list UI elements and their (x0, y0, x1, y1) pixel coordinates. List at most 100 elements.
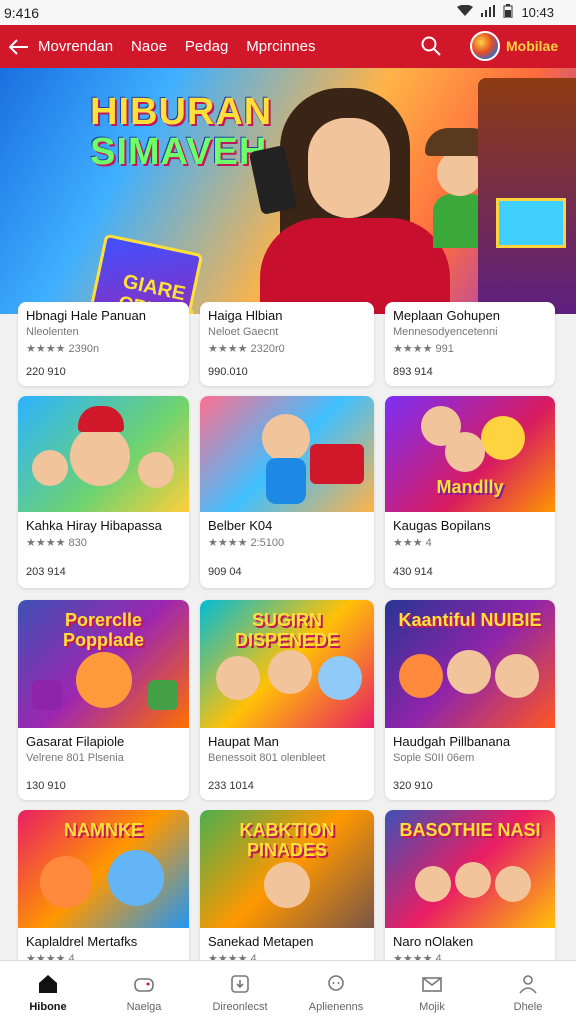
game-price: 430 914 (393, 566, 433, 578)
game-title: Kaplaldrel Mertafks (26, 934, 138, 949)
featured-card[interactable]: Hbnagi Hale Panuan Nleolenten ★★★★ 2390n… (18, 302, 189, 386)
hero-banner[interactable]: HIBURAN SIMAVEH GIARE CRVICH (0, 68, 576, 314)
bottom-navigation: Hibone Naelga Direonlecst Aplienenns Moj… (0, 960, 576, 1024)
game-title: Haudgah Pillbanana (393, 734, 511, 749)
nav-item-mail[interactable]: Mojik (384, 961, 480, 1024)
tab-mprcinnes[interactable]: Mprcinnes (246, 38, 315, 55)
thumbnail-label: KABKTION PINADES (239, 820, 335, 860)
game-title: Gasarat Filapiole (26, 734, 125, 749)
status-battery-time: 10:43 (521, 5, 554, 20)
nav-item-downloads[interactable]: Direonlecst (192, 961, 288, 1024)
back-button[interactable] (0, 25, 38, 68)
game-price: 909 04 (208, 566, 242, 578)
featured-subtitle: Nleolenten (26, 326, 79, 338)
profile-label: Mobilae (506, 38, 559, 54)
home-icon (39, 974, 57, 993)
game-subtitle: Sople S0II 06em (393, 752, 475, 764)
game-thumbnail: Porerclle Popplade (18, 600, 189, 728)
featured-subtitle: Neloet Gaecnt (208, 326, 279, 338)
wifi-icon (457, 4, 474, 20)
game-subtitle: Velrene 801 Plsenia (26, 752, 124, 764)
featured-rating: ★★★★ 2390n (26, 343, 100, 355)
game-card[interactable]: Mandlly Kaugas Bopilans ★★★ 4 430 914 (385, 396, 555, 588)
nav-item-games[interactable]: Naelga (96, 961, 192, 1024)
battery-icon (503, 4, 513, 21)
game-thumbnail: Mandlly (385, 396, 555, 512)
game-card[interactable]: KABKTION PINADES Sanekad Metapen ★★★★ 4 (200, 810, 374, 970)
game-card[interactable]: Kahka Hiray Hibapassa ★★★★ 830 203 914 (18, 396, 189, 588)
game-title: Sanekad Metapen (208, 934, 314, 949)
game-price: 130 910 (26, 780, 66, 792)
status-icons: 10:43 (457, 4, 554, 21)
game-rating: ★★★ 4 (393, 537, 432, 549)
featured-title: Hbnagi Hale Panuan (26, 308, 146, 323)
game-subtitle: Benessoit 801 olenbleet (208, 752, 326, 764)
gamepad-icon (134, 977, 154, 992)
thumbnail-label: NAMNKE (64, 820, 143, 840)
app-screen: 9:416 10:43 Movrendan Naoe Pedag Mprcinn… (0, 0, 576, 1024)
status-bar: 9:416 10:43 (0, 0, 576, 25)
game-card[interactable]: Belber K04 ★★★★ 2:5100 909 04 (200, 396, 374, 588)
game-price: 320 910 (393, 780, 433, 792)
top-bar: Movrendan Naoe Pedag Mprcinnes Mobilae (0, 25, 576, 68)
back-arrow-icon (9, 38, 28, 55)
featured-rating: ★★★★ 2320r0 (208, 343, 285, 355)
nav-item-profile[interactable]: Dhele (480, 961, 576, 1024)
game-rating: ★★★★ 2:5100 (208, 537, 285, 549)
search-icon[interactable] (420, 35, 442, 57)
featured-title: Haiga Hlbian (208, 308, 283, 323)
tab-naoe[interactable]: Naoe (131, 38, 167, 55)
game-title: Naro nOlaken (393, 934, 474, 949)
nav-label: Hibone (29, 1000, 67, 1013)
game-title: Kaugas Bopilans (393, 518, 491, 533)
nav-label: Naelga (126, 1000, 162, 1013)
nav-item-home[interactable]: Hibone (0, 961, 96, 1024)
game-thumbnail: BASOTHIE NASI (385, 810, 555, 928)
thumbnail-label: Mandlly (436, 477, 504, 497)
nav-label: Dhele (513, 1000, 543, 1013)
nav-label: Direonlecst (212, 1000, 268, 1013)
game-thumbnail: KABKTION PINADES (200, 810, 374, 928)
game-card[interactable]: BASOTHIE NASI Naro nOlaken ★★★★ 4 (385, 810, 555, 970)
game-title: Haupat Man (208, 734, 279, 749)
tab-pedag[interactable]: Pedag (185, 38, 228, 55)
nav-label: Aplienenns (308, 1000, 364, 1013)
thumbnail-label: BASOTHIE NASI (399, 820, 541, 840)
featured-title: Meplaan Gohupen (393, 308, 500, 323)
arcade-machine-illustration (478, 78, 576, 314)
featured-rating: ★★★★ 991 (393, 343, 454, 355)
download-icon (231, 974, 249, 993)
game-title: Belber K04 (208, 518, 273, 533)
nav-item-apps[interactable]: Aplienenns (288, 961, 384, 1024)
avatar (470, 31, 500, 61)
profile-icon (519, 974, 537, 994)
game-card[interactable]: SUGIRN DISPENEDE Haupat Man Benessoit 80… (200, 600, 374, 800)
game-card[interactable]: Porerclle Popplade Gasarat Filapiole Vel… (18, 600, 189, 800)
profile-button[interactable]: Mobilae (470, 31, 558, 61)
game-thumbnail: Kaantiful NUIBIE (385, 600, 555, 728)
game-rating: ★★★★ 830 (26, 537, 87, 549)
game-thumbnail (18, 396, 189, 512)
mail-icon (422, 976, 442, 992)
game-card[interactable]: NAMNKE Kaplaldrel Mertafks ★★★★ 4 (18, 810, 189, 970)
game-price: 203 914 (26, 566, 66, 578)
game-thumbnail: NAMNKE (18, 810, 189, 928)
nav-label: Mojik (419, 1000, 445, 1013)
featured-price: 220 910 (26, 366, 66, 378)
tab-movrendan[interactable]: Movrendan (38, 38, 113, 55)
game-card[interactable]: Kaantiful NUIBIE Haudgah Pillbanana Sopl… (385, 600, 555, 800)
banner-girl-illustration (230, 88, 450, 314)
featured-price: 893 914 (393, 366, 433, 378)
status-time: 9:416 (4, 4, 40, 21)
thumbnail-label: SUGIRN DISPENEDE (234, 610, 340, 650)
signal-icon (481, 5, 496, 20)
featured-row: Hbnagi Hale Panuan Nleolenten ★★★★ 2390n… (0, 302, 576, 392)
featured-card[interactable]: Haiga Hlbian Neloet Gaecnt ★★★★ 2320r0 9… (200, 302, 374, 386)
thumbnail-label: Kaantiful NUIBIE (398, 610, 542, 630)
game-thumbnail (200, 396, 374, 512)
chat-icon (328, 974, 344, 991)
featured-card[interactable]: Meplaan Gohupen Mennesodyencetenni ★★★★ … (385, 302, 555, 386)
game-title: Kahka Hiray Hibapassa (26, 518, 162, 533)
game-thumbnail: SUGIRN DISPENEDE (200, 600, 374, 728)
thumbnail-label: Porerclle Popplade (62, 610, 144, 650)
